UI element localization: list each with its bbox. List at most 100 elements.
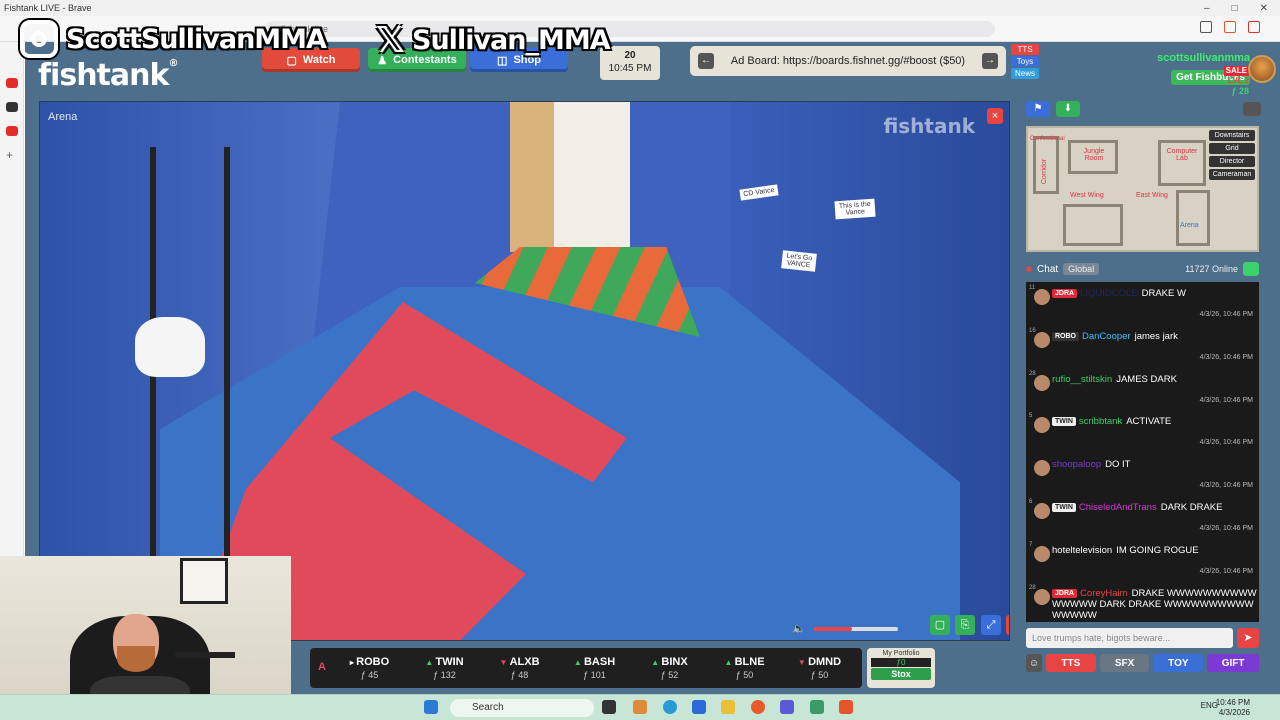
house-map[interactable]: Jungle Room Computer Lab Corridor Confes…	[1026, 126, 1259, 252]
youtube-icon[interactable]	[6, 126, 18, 136]
ticker-item[interactable]: A	[312, 661, 332, 675]
close-video-button[interactable]: ×	[987, 108, 1003, 124]
toy-button[interactable]: TOY	[1153, 654, 1204, 672]
clan-badge: TWIN	[1052, 417, 1076, 427]
instagram-icon	[20, 20, 58, 58]
windows-taskbar: Search ENG 10:46 PM 4/3/2026	[0, 694, 1280, 720]
chat-tts-button[interactable]: TTS	[1045, 654, 1096, 672]
youtube-icon[interactable]	[6, 78, 18, 88]
chat-message[interactable]: 11 JDRA LIQUIDCOLE DRAKE W 4/3/26, 10:46 PM	[1026, 282, 1259, 325]
taskbar-search[interactable]: Search	[450, 699, 594, 717]
map-room-arena[interactable]	[1176, 190, 1210, 246]
ticker-item[interactable]: ▼ DMND ƒ 50	[782, 656, 857, 680]
chat-username[interactable]: CoreyHaim	[1080, 588, 1128, 599]
add-icon[interactable]: +	[6, 149, 18, 161]
fullscreen-button[interactable]: ⤢	[981, 615, 1001, 635]
map-tab[interactable]: ⚑	[1026, 101, 1050, 117]
send-button[interactable]: ➤	[1237, 628, 1259, 648]
chat-username[interactable]: scribbtank	[1079, 416, 1122, 427]
downstairs-button[interactable]: Downstairs	[1209, 130, 1255, 141]
emoji-button[interactable]: ☺	[1026, 654, 1042, 672]
maximize-icon[interactable]: □	[1232, 3, 1238, 14]
volume-slider[interactable]	[813, 626, 898, 631]
chat-message[interactable]: 28 JDRA CoreyHaim DRAKE WWWWWWWWWWWWWWW DAR…	[1026, 582, 1259, 622]
share-icon[interactable]	[1200, 21, 1212, 33]
cast-button[interactable]: ⎘	[955, 615, 975, 635]
chat-avatar[interactable]	[1034, 502, 1050, 519]
edge-icon[interactable]	[663, 700, 677, 714]
ad-board[interactable]: ← Ad Board: https://boards.fishnet.gg/#b…	[690, 46, 1006, 76]
chat-avatar[interactable]	[1034, 588, 1050, 605]
chat-avatar[interactable]	[1034, 545, 1050, 562]
volume-icon[interactable]: 🔈	[792, 622, 806, 635]
close-window-icon[interactable]: ✕	[1260, 3, 1268, 14]
chat-avatar[interactable]	[1034, 289, 1050, 305]
chat-message[interactable]: 7 hoteltelevision IM GOING ROGUE 4/3/26, 10…	[1026, 539, 1259, 582]
chat-avatar[interactable]	[1034, 374, 1050, 391]
firefox-icon[interactable]	[751, 700, 765, 714]
ticker-item[interactable]: ▲ BINX ƒ 52	[632, 656, 707, 680]
chat-settings-button[interactable]	[1243, 262, 1259, 276]
task-view-icon[interactable]	[602, 700, 616, 714]
chat-username[interactable]: rufio__stiltskin	[1052, 374, 1112, 385]
minimize-panel-button[interactable]	[1243, 102, 1261, 116]
user-avatar[interactable]	[1248, 55, 1276, 83]
rewards-icon[interactable]	[1248, 21, 1260, 33]
player-tab[interactable]: ⬇	[1056, 101, 1080, 117]
volume-control[interactable]: 🔈	[792, 622, 898, 635]
teams-icon[interactable]	[780, 700, 794, 714]
chat-message[interactable]: 28 rufio__stiltskin JAMES DARK 4/3/26, 10:4…	[1026, 368, 1259, 411]
chat-username[interactable]: DanCooper	[1082, 331, 1131, 342]
chat-username[interactable]: hoteltelevision	[1052, 545, 1112, 556]
chat-avatar[interactable]	[1034, 331, 1050, 348]
ticker-item[interactable]: ▲ BASH ƒ 101	[557, 656, 632, 680]
chat-username[interactable]: shoopaloop	[1052, 459, 1101, 470]
clip-button[interactable]: ▢	[930, 615, 950, 635]
tts-button[interactable]: TTS	[1011, 44, 1039, 55]
sfx-button[interactable]: SFX	[1099, 654, 1150, 672]
app-icon[interactable]	[810, 700, 824, 714]
chat-input[interactable]: Love trumps hate, bigots beware...	[1026, 628, 1233, 648]
address-bar[interactable]: fishtank.live	[265, 21, 995, 37]
chat-avatar[interactable]	[1034, 460, 1050, 477]
gift-button[interactable]: GIFT	[1207, 654, 1259, 672]
chat-message[interactable]: 5 TWIN scribbtank ACTIVATE 4/3/26, 10:46 PM	[1026, 410, 1259, 453]
copilot-icon[interactable]	[633, 700, 647, 714]
level-text: LVL 2	[1227, 76, 1249, 85]
chat-message[interactable]: shoopaloop DO IT 4/3/26, 10:46 PM	[1026, 453, 1259, 496]
stox-button[interactable]: Stox	[871, 668, 931, 680]
video-watermark: fishtank	[883, 114, 975, 138]
map-room-computer[interactable]	[1158, 140, 1206, 186]
chat-avatar[interactable]	[1034, 417, 1050, 434]
app-icon[interactable]	[6, 102, 18, 112]
fishtank-logo[interactable]: fishtank®	[38, 58, 178, 93]
toys-button[interactable]: Toys	[1011, 56, 1039, 67]
chat-username[interactable]: ChiseledAndTrans	[1079, 502, 1157, 513]
chat-message[interactable]: 16 ROBO DanCooper james jark 4/3/26, 10:46 P…	[1026, 325, 1259, 368]
ad-next-button[interactable]: →	[982, 53, 998, 69]
grid-button[interactable]: Grid	[1209, 143, 1255, 154]
taskbar-clock[interactable]: 10:46 PM 4/3/2026	[1216, 698, 1250, 718]
record-button[interactable]: ●	[1006, 615, 1009, 635]
director-button[interactable]: Director	[1209, 156, 1255, 167]
brave-shield-icon[interactable]	[1224, 21, 1236, 33]
file-explorer-icon[interactable]	[721, 700, 735, 714]
ticker-item[interactable]: ▸ ROBO ƒ 45	[332, 656, 407, 680]
microphone-arm	[175, 652, 235, 658]
ticker-item[interactable]: ▲ TWIN ƒ 132	[407, 656, 482, 680]
news-button[interactable]: News	[1011, 68, 1039, 79]
mail-icon[interactable]	[692, 700, 706, 714]
cameraman-button[interactable]: Cameraman	[1209, 169, 1255, 180]
ticker-item[interactable]: ▼ ALXB ƒ 48	[482, 656, 557, 680]
ticker-item[interactable]: ▲ BLNE ƒ 50	[707, 656, 782, 680]
chat-message[interactable]: 6 TWIN ChiseledAndTrans DARK DRAKE 4/3/26, 1…	[1026, 496, 1259, 539]
ad-prev-button[interactable]: ←	[698, 53, 714, 69]
minimize-icon[interactable]: –	[1204, 3, 1210, 14]
chat-username[interactable]: LIQUIDCOLE	[1080, 288, 1138, 299]
map-room-west[interactable]	[1063, 204, 1123, 246]
start-icon[interactable]	[424, 700, 438, 714]
username[interactable]: scottsullivanmma	[1157, 52, 1250, 64]
global-tab[interactable]: Global	[1063, 263, 1100, 275]
chat-messages[interactable]: 11 JDRA LIQUIDCOLE DRAKE W 4/3/26, 10:46 PM 1…	[1026, 282, 1259, 622]
brave-icon[interactable]	[839, 700, 853, 714]
